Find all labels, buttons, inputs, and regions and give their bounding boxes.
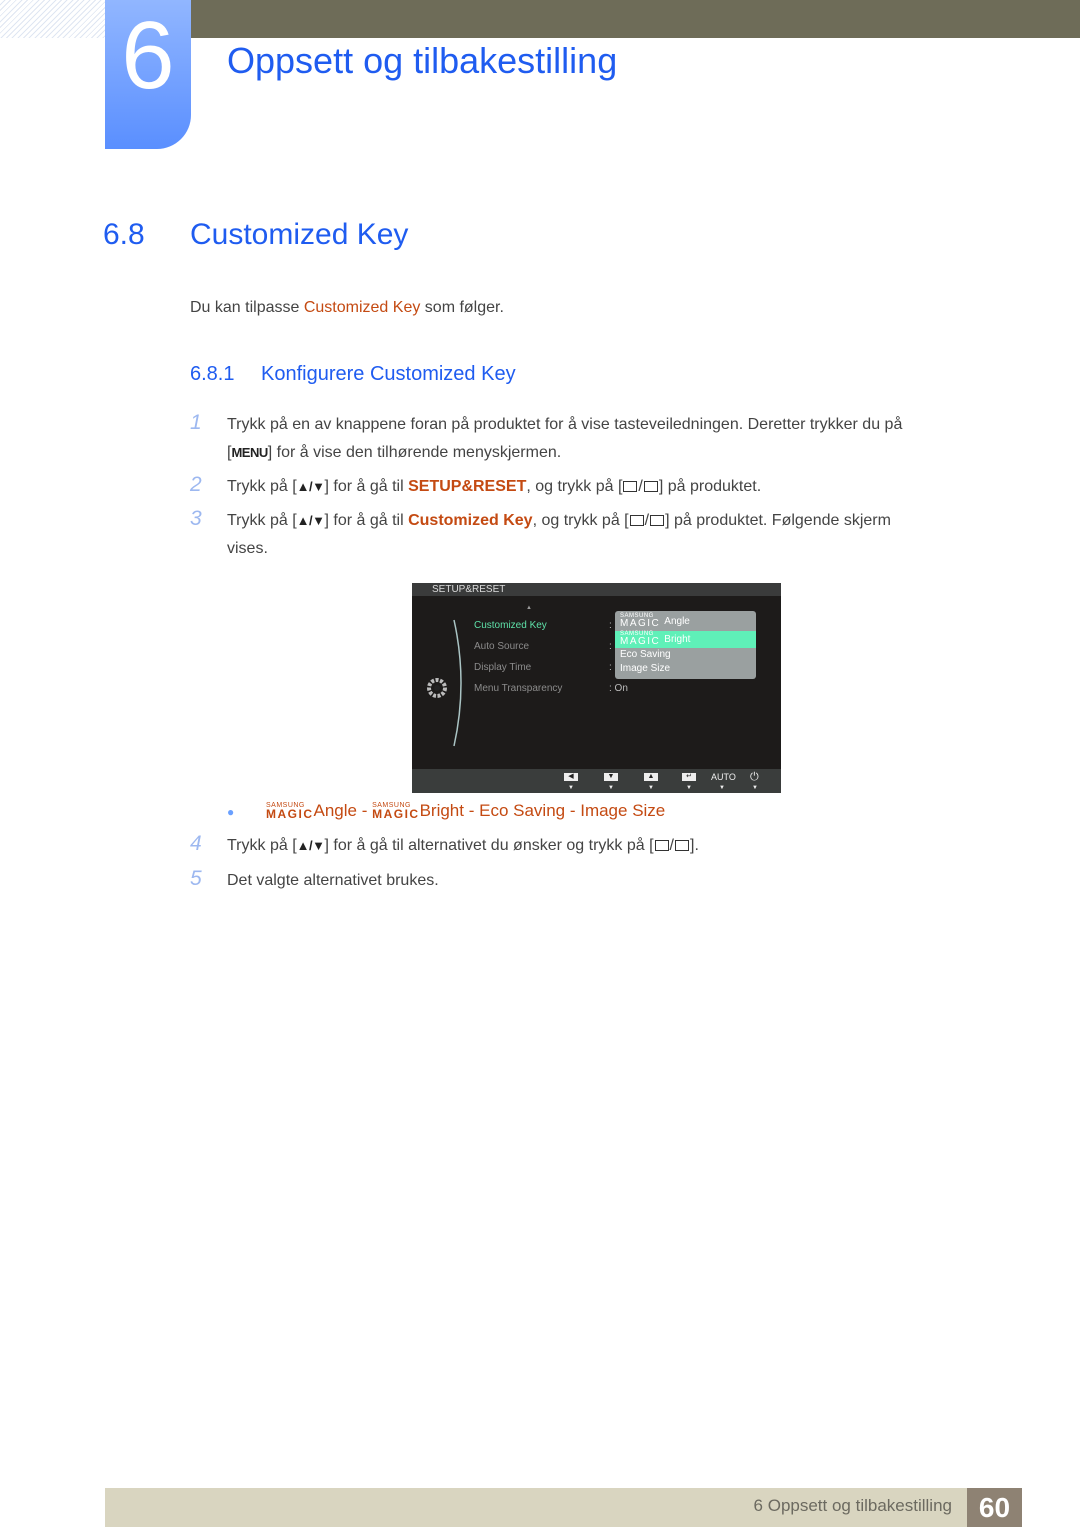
text: ] på produktet. — [658, 478, 762, 495]
separator: - — [356, 801, 373, 820]
separator: - — [464, 801, 480, 820]
chapter-badge: 6 — [105, 0, 191, 149]
intro-paragraph: Du kan tilpasse Customized Key som følge… — [190, 299, 504, 317]
option-label: Angle — [664, 616, 690, 627]
up-down-arrow-icon: ▲/▼ — [296, 479, 325, 494]
highlight: SETUP&RESET — [408, 478, 527, 495]
step-number: 1 — [190, 411, 202, 434]
text: Trykk på [ — [227, 512, 297, 529]
step-text: Trykk på [▲/▼] for å gå til alternativet… — [227, 832, 1007, 860]
osd-header: SETUP&RESET — [412, 583, 781, 596]
step-text: Trykk på [▲/▼] for å gå til SETUP&RESET,… — [227, 473, 1007, 501]
chapter-top-bar — [190, 0, 1080, 38]
step-text: Trykk på en av knappene foran på produkt… — [227, 411, 1007, 467]
power-icon[interactable]: ⏻ — [750, 771, 759, 784]
enter-icon — [675, 840, 689, 851]
samsung-magic-logo: SAMSUNG MAGIC — [265, 802, 314, 821]
scroll-up-icon: ▲ — [526, 605, 532, 611]
page-number: 60 — [967, 1488, 1022, 1527]
bullet-icon: ● — [227, 805, 235, 819]
osd-screenshot: SETUP&RESET ▲ Customized Key Auto Source… — [412, 583, 781, 793]
option-magic-angle[interactable]: SAMSUNG MAGIC Angle — [615, 613, 756, 630]
text: ] på produktet. Følgende skjerm — [665, 512, 891, 529]
enter-button-icon[interactable]: ↵ — [682, 773, 696, 781]
bullet-option: Image Size — [580, 801, 666, 820]
osd-value: : — [609, 662, 612, 673]
menu-key-icon: MENU — [231, 445, 268, 460]
separator: - — [565, 801, 581, 820]
step-text: Det valgte alternativet brukes. — [227, 872, 439, 889]
gear-icon — [427, 678, 447, 698]
bullet-option: Angle — [313, 801, 357, 820]
intro-text-end: som følger. — [420, 299, 504, 316]
step-line: Trykk på en av knappene foran på produkt… — [227, 416, 903, 433]
text: Trykk på [ — [227, 478, 297, 495]
pointer-icon: ▼ — [608, 785, 614, 791]
intro-text: Du kan tilpasse — [190, 299, 304, 316]
bullet-option: Bright — [419, 801, 464, 820]
osd-item-customized-key[interactable]: Customized Key — [474, 620, 547, 631]
step-number: 2 — [190, 473, 202, 496]
section-number: 6.8 — [103, 218, 145, 251]
source-icon — [654, 840, 669, 851]
step-text: Trykk på [▲/▼] for å gå til Customized K… — [227, 507, 1007, 563]
options-bullet: ● SAMSUNG MAGIC Angle - SAMSUNG MAGIC Bright… — [227, 801, 665, 821]
highlight: Customized Key — [408, 512, 533, 529]
decorative-hatch — [0, 0, 105, 38]
left-arrow-button-icon[interactable]: ◀ — [564, 773, 578, 781]
auto-button[interactable]: AUTO — [711, 772, 736, 782]
osd-value: : — [609, 620, 612, 631]
text: ]. — [690, 837, 699, 854]
step-number: 4 — [190, 832, 202, 855]
pointer-icon: ▼ — [752, 785, 758, 791]
option-magic-bright[interactable]: SAMSUNG MAGIC Bright — [615, 631, 756, 648]
step-number: 3 — [190, 507, 202, 530]
osd-value: : On — [609, 683, 628, 694]
up-down-arrow-icon: ▲/▼ — [296, 513, 325, 528]
option-label: Bright — [664, 634, 691, 645]
chapter-title: Oppsett og tilbakestilling — [227, 40, 618, 81]
option-eco-saving[interactable]: Eco Saving — [615, 648, 756, 662]
step-line: for å vise den tilhørende menyskjermen. — [272, 444, 562, 461]
pointer-icon: ▼ — [686, 785, 692, 791]
samsung-magic-logo: SAMSUNG MAGIC — [620, 613, 661, 629]
osd-item-display-time[interactable]: Display Time — [474, 662, 531, 673]
pointer-icon: ▼ — [719, 785, 725, 791]
osd-item-auto-source[interactable]: Auto Source — [474, 641, 529, 652]
option-image-size[interactable]: Image Size — [615, 662, 756, 676]
pointer-icon: ▼ — [648, 785, 654, 791]
text: ] for å gå til — [324, 512, 409, 529]
text: , og trykk på [ — [532, 512, 629, 529]
bullet-option: Eco Saving — [479, 801, 566, 820]
text: ] for å gå til alternativet du ønsker og… — [324, 837, 654, 854]
pointer-icon: ▼ — [568, 785, 574, 791]
section-title: Customized Key — [190, 218, 409, 251]
enter-icon — [650, 515, 665, 526]
osd-value: : — [609, 641, 612, 652]
footer-chapter-label: 6 Oppsett og tilbakestilling — [753, 1496, 952, 1515]
text: ] for å gå til — [324, 478, 409, 495]
text: Trykk på [ — [227, 837, 297, 854]
samsung-magic-logo: SAMSUNG MAGIC — [372, 802, 420, 821]
chapter-number: 6 — [121, 2, 175, 109]
text: vises. — [227, 540, 268, 557]
up-down-arrow-icon: ▲/▼ — [296, 838, 325, 853]
page-footer: 6 Oppsett og tilbakestilling — [105, 1488, 1022, 1527]
osd-item-menu-transparency[interactable]: Menu Transparency — [474, 683, 562, 694]
subsection-title: Konfigurere Customized Key — [261, 363, 516, 385]
intro-highlight: Customized Key — [303, 299, 421, 316]
text: , og trykk på [ — [526, 478, 623, 495]
source-icon — [623, 481, 638, 492]
osd-dropdown: SAMSUNG MAGIC Angle SAMSUNG MAGIC Bright Eco… — [615, 611, 756, 679]
source-icon — [629, 515, 644, 526]
down-arrow-button-icon[interactable]: ▼ — [604, 773, 618, 781]
samsung-magic-logo: SAMSUNG MAGIC — [620, 631, 661, 647]
enter-icon — [643, 481, 658, 492]
up-arrow-button-icon[interactable]: ▲ — [644, 773, 658, 781]
subsection-number: 6.8.1 — [190, 363, 235, 385]
osd-arc — [453, 619, 462, 747]
osd-button-bar: ◀ ▼ ▲ ↵ AUTO ⏻ ▼ ▼ ▼ ▼ ▼ ▼ — [412, 769, 781, 793]
step-number: 5 — [190, 867, 202, 890]
